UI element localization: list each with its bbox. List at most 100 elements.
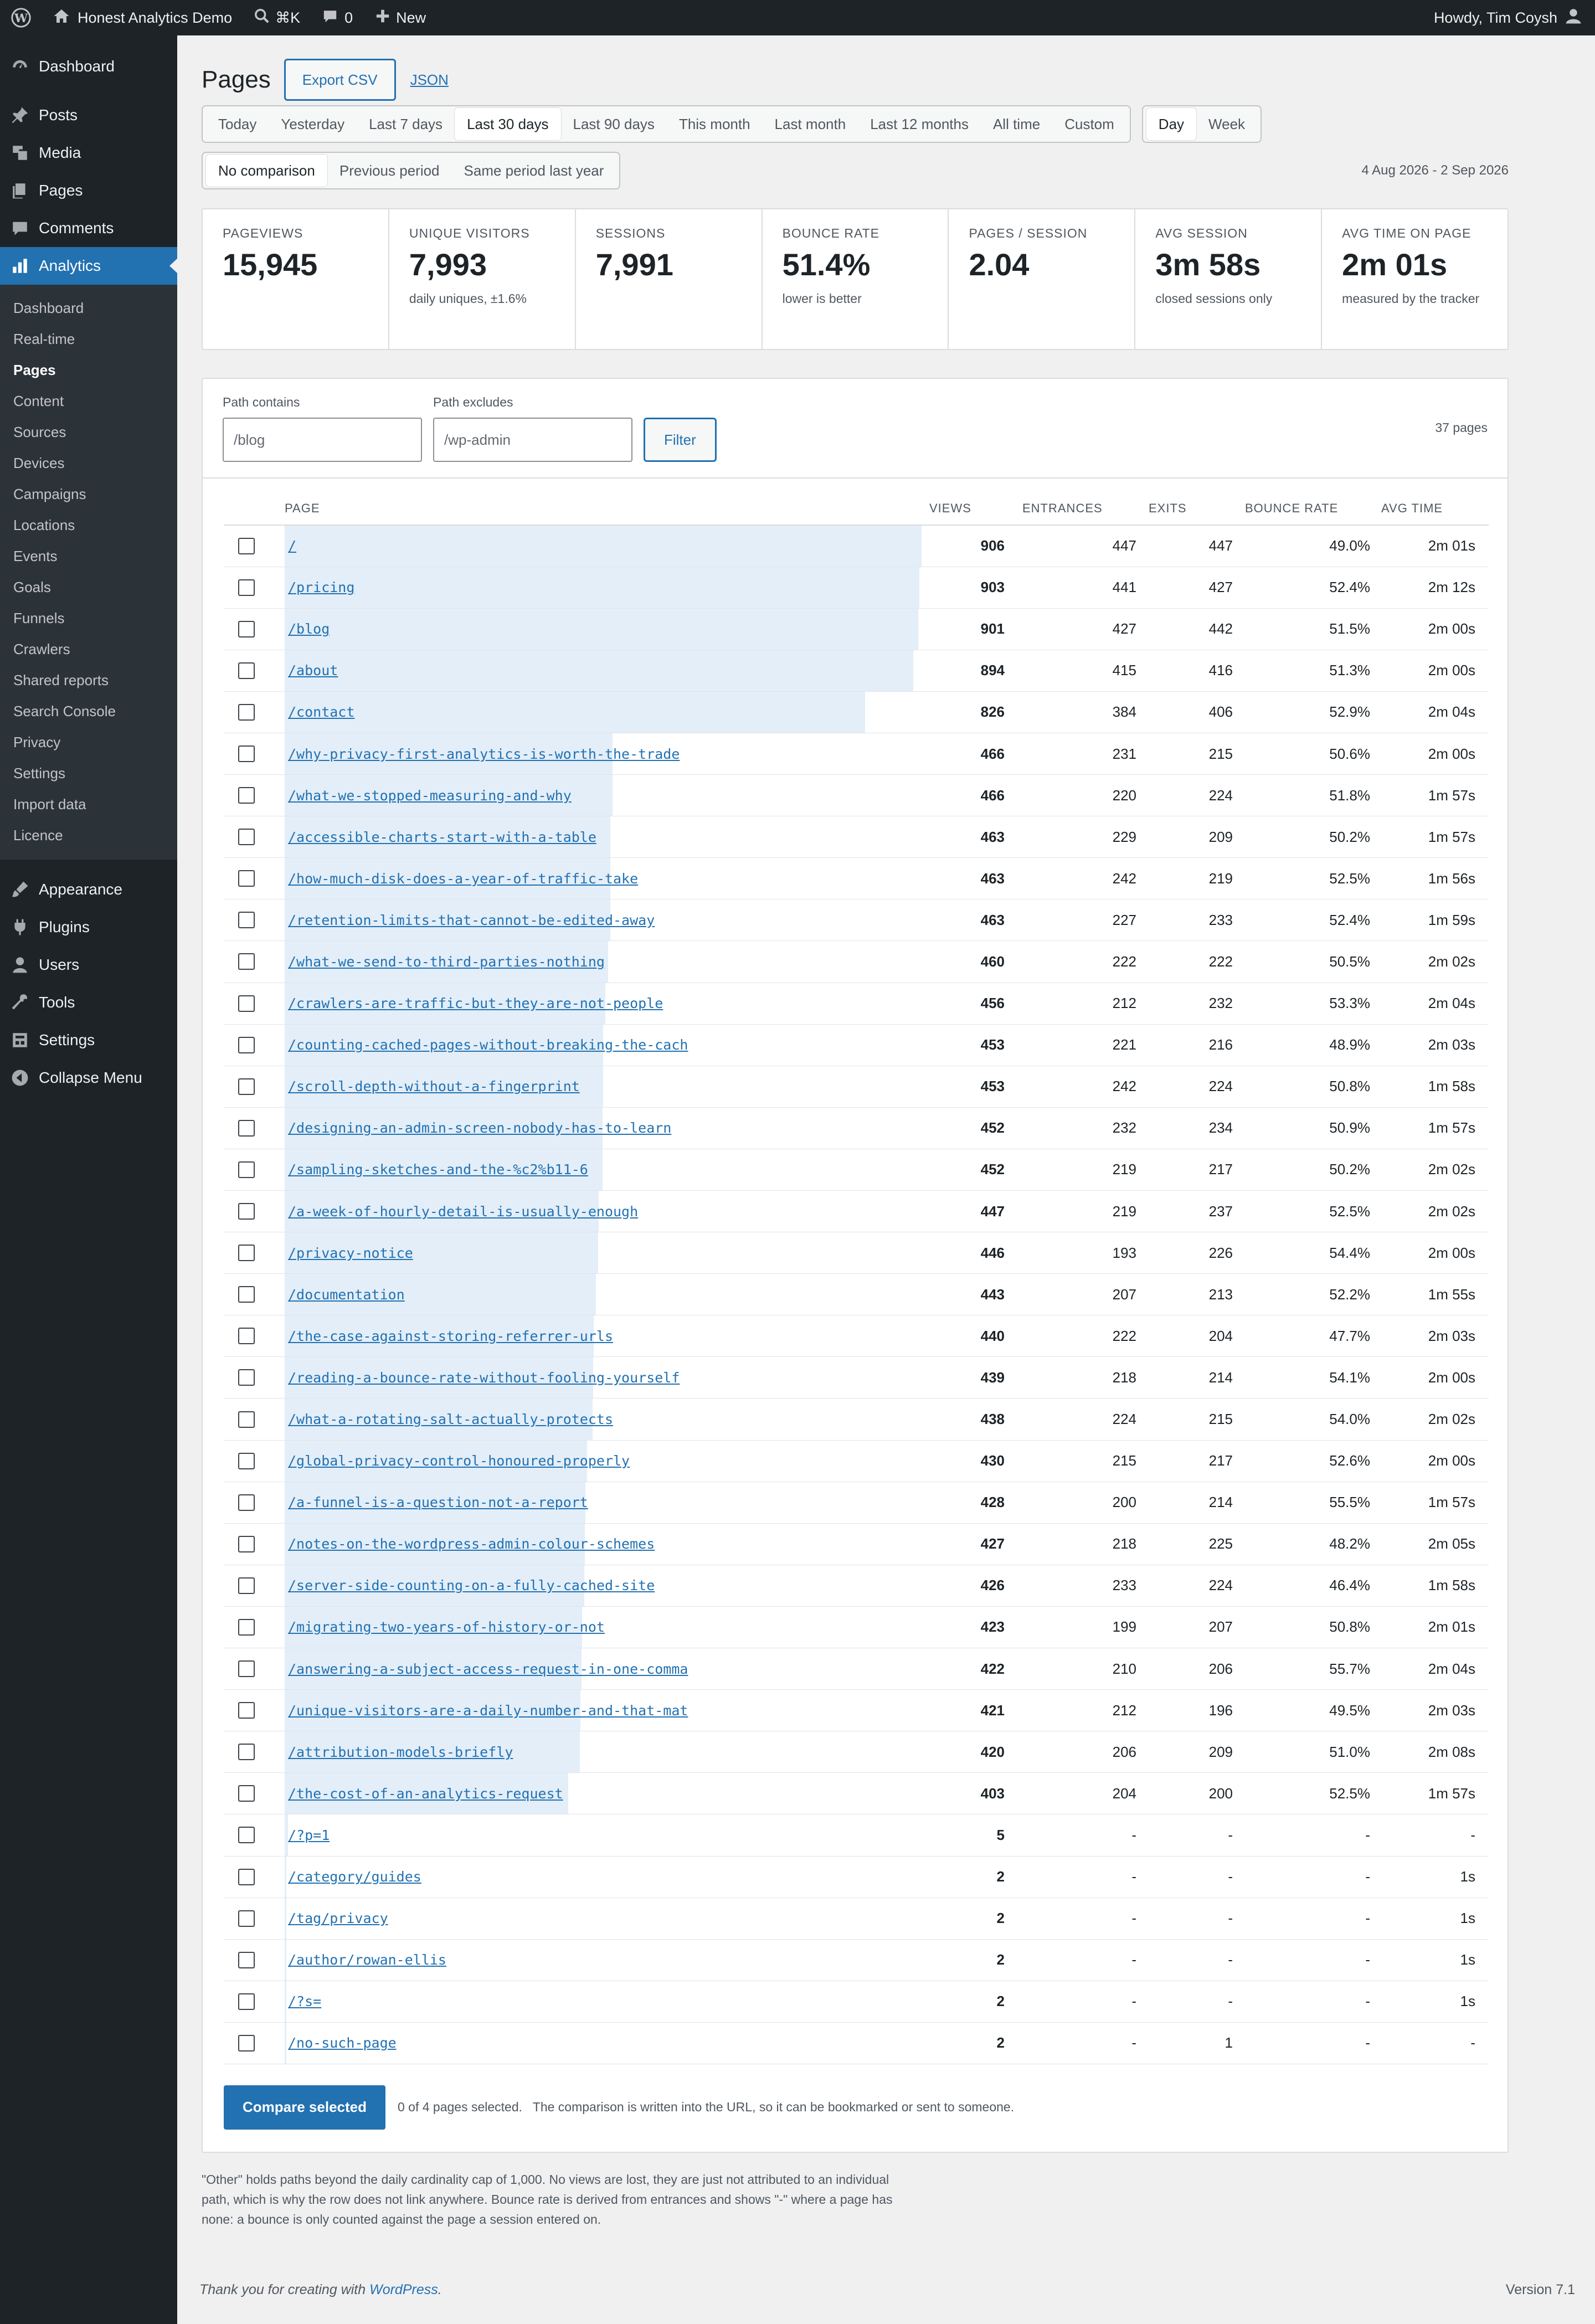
comparison-option[interactable]: Same period last year xyxy=(452,155,616,187)
row-checkbox[interactable] xyxy=(238,1245,255,1262)
row-checkbox[interactable] xyxy=(238,787,255,804)
row-checkbox[interactable] xyxy=(238,1328,255,1345)
period-option[interactable]: Last 90 days xyxy=(561,108,667,140)
page-path-link[interactable]: /how-much-disk-does-a-year-of-traffic-ta… xyxy=(285,871,638,887)
compare-selected-button[interactable]: Compare selected xyxy=(224,2085,385,2130)
period-option[interactable]: Last 12 months xyxy=(858,108,981,140)
row-checkbox[interactable] xyxy=(238,1535,255,1552)
analytics-submenu-item[interactable]: Locations xyxy=(0,510,177,541)
menu-tools[interactable]: Tools xyxy=(0,984,177,1021)
page-path-link[interactable]: /migrating-two-years-of-history-or-not xyxy=(285,1619,605,1635)
page-path-link[interactable]: /?s= xyxy=(285,1993,321,2009)
row-checkbox[interactable] xyxy=(238,2034,255,2052)
row-checkbox[interactable] xyxy=(238,1369,255,1386)
row-checkbox[interactable] xyxy=(238,1286,255,1303)
page-path-link[interactable]: /retention-limits-that-cannot-be-edited-… xyxy=(285,912,655,928)
row-checkbox[interactable] xyxy=(238,1868,255,1885)
page-path-link[interactable]: /reading-a-bounce-rate-without-fooling-y… xyxy=(285,1370,680,1386)
menu-plugins[interactable]: Plugins xyxy=(0,908,177,946)
comparison-option[interactable]: No comparison xyxy=(206,155,327,187)
granularity-option[interactable]: Week xyxy=(1196,108,1257,140)
page-path-link[interactable]: /pricing xyxy=(285,579,354,595)
page-path-link[interactable]: /attribution-models-briefly xyxy=(285,1744,513,1760)
analytics-submenu-item[interactable]: Sources xyxy=(0,417,177,448)
analytics-submenu-item[interactable]: Campaigns xyxy=(0,479,177,510)
page-path-link[interactable]: /sampling-sketches-and-the-%c2%b11-6 xyxy=(285,1161,588,1178)
row-checkbox[interactable] xyxy=(238,1660,255,1678)
row-checkbox[interactable] xyxy=(238,1161,255,1178)
row-checkbox[interactable] xyxy=(238,1618,255,1636)
page-path-link[interactable]: /a-week-of-hourly-detail-is-usually-enou… xyxy=(285,1204,638,1220)
period-option[interactable]: Last month xyxy=(763,108,858,140)
filter-button[interactable]: Filter xyxy=(644,418,717,462)
new-content-link[interactable]: New xyxy=(364,0,437,35)
row-checkbox[interactable] xyxy=(238,579,255,596)
analytics-submenu-item[interactable]: Shared reports xyxy=(0,665,177,696)
page-path-link[interactable]: /privacy-notice xyxy=(285,1245,413,1261)
row-checkbox[interactable] xyxy=(238,537,255,554)
page-path-link[interactable]: /the-case-against-storing-referrer-urls xyxy=(285,1328,613,1344)
analytics-submenu-item[interactable]: Content xyxy=(0,385,177,417)
analytics-submenu-item[interactable]: Dashboard xyxy=(0,292,177,323)
analytics-submenu-item[interactable]: Funnels xyxy=(0,603,177,634)
page-path-link[interactable]: / xyxy=(285,538,296,554)
row-checkbox[interactable] xyxy=(238,1702,255,1719)
analytics-submenu-item[interactable]: Events xyxy=(0,541,177,572)
page-path-link[interactable]: /designing-an-admin-screen-nobody-has-to… xyxy=(285,1120,671,1136)
analytics-submenu-item[interactable]: Goals xyxy=(0,572,177,603)
page-path-link[interactable]: /crawlers-are-traffic-but-they-are-not-p… xyxy=(285,995,663,1011)
row-checkbox[interactable] xyxy=(238,1951,255,1968)
page-path-link[interactable]: /scroll-depth-without-a-fingerprint xyxy=(285,1078,580,1094)
row-checkbox[interactable] xyxy=(238,829,255,846)
row-checkbox[interactable] xyxy=(238,1577,255,1594)
row-checkbox[interactable] xyxy=(238,1203,255,1220)
page-path-link[interactable]: /?p=1 xyxy=(285,1827,330,1843)
period-option[interactable]: Last 30 days xyxy=(455,108,561,140)
row-checkbox[interactable] xyxy=(238,1078,255,1095)
page-path-link[interactable]: /what-we-stopped-measuring-and-why xyxy=(285,788,572,804)
row-checkbox[interactable] xyxy=(238,1993,255,2010)
period-option[interactable]: This month xyxy=(667,108,763,140)
path-contains-input[interactable]: /blog xyxy=(223,418,422,462)
analytics-submenu-item[interactable]: Real-time xyxy=(0,323,177,354)
path-excludes-input[interactable]: /wp-admin xyxy=(433,418,632,462)
page-path-link[interactable]: /notes-on-the-wordpress-admin-colour-sch… xyxy=(285,1536,655,1552)
col-views[interactable]: VIEWS xyxy=(922,479,1005,526)
page-path-link[interactable]: /tag/privacy xyxy=(285,1910,388,1926)
analytics-submenu-item[interactable]: Crawlers xyxy=(0,634,177,665)
wordpress-link[interactable]: WordPress xyxy=(369,2282,438,2297)
page-path-link[interactable]: /answering-a-subject-access-request-in-o… xyxy=(285,1661,688,1677)
page-path-link[interactable]: /blog xyxy=(285,621,330,637)
menu-comments[interactable]: Comments xyxy=(0,209,177,247)
col-bounce-rate[interactable]: BOUNCE RATE xyxy=(1233,479,1370,526)
analytics-submenu-item[interactable]: Privacy xyxy=(0,727,177,758)
page-path-link[interactable]: /accessible-charts-start-with-a-table xyxy=(285,829,596,845)
analytics-submenu-item[interactable]: Devices xyxy=(0,448,177,479)
json-link[interactable]: JSON xyxy=(410,71,449,89)
menu-analytics[interactable]: Analytics xyxy=(0,247,177,285)
period-option[interactable]: All time xyxy=(981,108,1052,140)
page-path-link[interactable]: /unique-visitors-are-a-daily-number-and-… xyxy=(285,1703,688,1719)
menu-users[interactable]: Users xyxy=(0,946,177,984)
row-checkbox[interactable] xyxy=(238,1036,255,1053)
comparison-option[interactable]: Previous period xyxy=(327,155,452,187)
period-option[interactable]: Last 7 days xyxy=(357,108,455,140)
menu-posts[interactable]: Posts xyxy=(0,96,177,134)
search-shortcut[interactable]: ⌘K xyxy=(243,0,311,35)
analytics-submenu-item[interactable]: Licence xyxy=(0,820,177,851)
row-checkbox[interactable] xyxy=(238,1452,255,1469)
row-checkbox[interactable] xyxy=(238,1744,255,1761)
row-checkbox[interactable] xyxy=(238,995,255,1012)
page-path-link[interactable]: /what-a-rotating-salt-actually-protects xyxy=(285,1411,613,1427)
row-checkbox[interactable] xyxy=(238,620,255,637)
analytics-submenu-item[interactable]: Search Console xyxy=(0,696,177,727)
comments-link[interactable]: 0 xyxy=(311,0,364,35)
collapse-menu-button[interactable]: Collapse Menu xyxy=(0,1059,177,1097)
menu-appearance[interactable]: Appearance xyxy=(0,871,177,908)
row-checkbox[interactable] xyxy=(238,745,255,763)
my-account-link[interactable]: Howdy, Tim Coysh xyxy=(1423,0,1595,35)
page-path-link[interactable]: /global-privacy-control-honoured-properl… xyxy=(285,1453,630,1469)
row-checkbox[interactable] xyxy=(238,870,255,887)
page-path-link[interactable]: /contact xyxy=(285,704,354,720)
col-page[interactable]: PAGE xyxy=(285,479,922,526)
